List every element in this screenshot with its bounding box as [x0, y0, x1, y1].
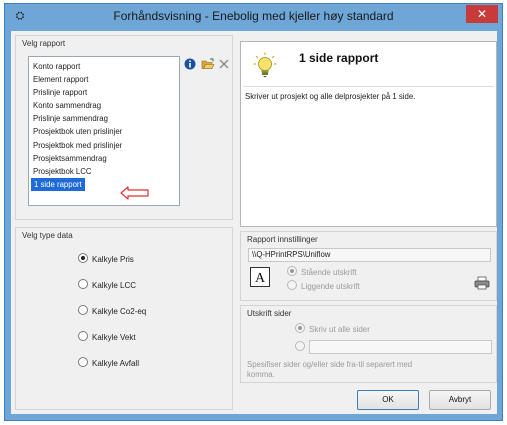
radio-kalkyle-lcc[interactable]: Kalkyle LCC — [78, 279, 136, 291]
radio-button[interactable] — [295, 323, 305, 333]
list-item[interactable]: Konto sammendrag — [31, 99, 177, 112]
preview-title: 1 side rapport — [299, 51, 379, 65]
preview-description: Skriver ut prosjekt og alle delprosjekte… — [245, 92, 416, 101]
radio-button[interactable] — [287, 266, 297, 276]
svg-text:A: A — [255, 271, 266, 286]
list-item-selected[interactable]: 1 side rapport — [31, 177, 85, 191]
lightbulb-icon — [253, 52, 277, 78]
page-range-input[interactable] — [309, 340, 492, 354]
data-type-group: Velg type data Kalkyle Pris Kalkyle LCC … — [15, 227, 233, 410]
radio-label: Kalkyle Vekt — [92, 333, 136, 342]
report-group-label: Velg rapport — [22, 39, 66, 48]
radio-kalkyle-pris[interactable]: Kalkyle Pris — [78, 253, 134, 265]
printer-field[interactable]: \\Q-HPrintRPS\Uniflow — [248, 248, 491, 262]
report-settings-group: Rapport innstillinger \\Q-HPrintRPS\Unif… — [240, 231, 497, 301]
open-folder-icon[interactable] — [201, 58, 215, 70]
radio-button[interactable] — [78, 253, 88, 263]
dialog-window: ⛭ Forhåndsvisning - Enebolig med kjeller… — [4, 3, 503, 421]
radio-kalkyle-co2[interactable]: Kalkyle Co2-eq — [78, 305, 146, 317]
radio-label: Kalkyle Co2-eq — [92, 307, 147, 316]
divider — [243, 86, 494, 87]
radio-landscape[interactable]: Liggende utskrift — [287, 280, 360, 292]
radio-portrait[interactable]: Stående utskrift — [287, 266, 357, 278]
delete-icon[interactable] — [219, 59, 229, 69]
report-group: Velg rapport Konto rapport Element rappo… — [15, 35, 233, 220]
list-item[interactable]: Prosjektbok uten prislinjer — [31, 125, 177, 138]
list-item[interactable]: Prislinje rapport — [31, 86, 177, 99]
font-icon[interactable]: A — [250, 267, 270, 287]
dialog-client: Velg rapport Konto rapport Element rappo… — [11, 31, 497, 414]
radio-button[interactable] — [295, 341, 305, 351]
list-item[interactable]: Prosjektbok med prislinjer — [31, 139, 177, 152]
list-item[interactable]: Prosjektsammendrag — [31, 152, 177, 165]
radio-label: Kalkyle Avfall — [92, 359, 139, 368]
radio-button[interactable] — [78, 305, 88, 315]
radio-label: Stående utskrift — [301, 268, 357, 277]
list-item[interactable]: Prosjektbok LCC — [31, 165, 177, 178]
radio-label: Skriv ut alle sider — [309, 325, 370, 334]
radio-label: Liggende utskrift — [301, 282, 360, 291]
hint-line: Spesifiser sider og/eller side fra-til s… — [247, 360, 413, 369]
window-title: Forhåndsvisning - Enebolig med kjeller h… — [113, 9, 394, 23]
report-settings-label: Rapport innstillinger — [247, 235, 318, 244]
printer-icon[interactable] — [474, 276, 490, 290]
report-listbox[interactable]: Konto rapport Element rapport Prislinje … — [28, 56, 180, 206]
data-type-group-label: Velg type data — [22, 231, 73, 240]
radio-all-pages[interactable]: Skriv ut alle sider — [295, 323, 370, 335]
radio-button[interactable] — [78, 357, 88, 367]
radio-kalkyle-vekt[interactable]: Kalkyle Vekt — [78, 331, 136, 343]
list-item[interactable]: Element rapport — [31, 73, 177, 86]
radio-button[interactable] — [287, 280, 297, 290]
print-pages-group: Utskrift sider Skriv ut alle sider Spesi… — [240, 305, 497, 383]
arrow-icon — [120, 186, 149, 200]
print-pages-label: Utskrift sider — [247, 309, 292, 318]
cancel-button[interactable]: Avbryt — [429, 390, 491, 410]
list-item[interactable]: Prislinje sammendrag — [31, 112, 177, 125]
title-bar[interactable]: ⛭ Forhåndsvisning - Enebolig med kjeller… — [5, 4, 502, 28]
hint-line: komma. — [247, 370, 275, 379]
radio-button[interactable] — [78, 279, 88, 289]
radio-button[interactable] — [78, 331, 88, 341]
radio-page-range[interactable] — [295, 341, 309, 353]
close-button[interactable]: ✕ — [466, 5, 498, 23]
ok-button[interactable]: OK — [357, 390, 419, 410]
info-icon[interactable] — [184, 58, 196, 70]
page-range-hint: Spesifiser sider og/eller side fra-til s… — [247, 360, 412, 380]
radio-label: Kalkyle Pris — [92, 255, 134, 264]
radio-label: Kalkyle LCC — [92, 281, 137, 290]
radio-kalkyle-avfall[interactable]: Kalkyle Avfall — [78, 357, 139, 369]
list-item[interactable]: Konto rapport — [31, 60, 177, 73]
report-preview-panel: 1 side rapport Skriver ut prosjekt og al… — [240, 41, 497, 227]
